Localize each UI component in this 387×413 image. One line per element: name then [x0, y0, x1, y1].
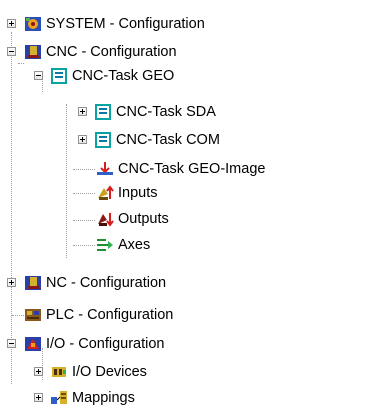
tree-item-label: CNC - Configuration	[46, 44, 177, 60]
tree-item-label: I/O - Configuration	[46, 336, 165, 352]
expand-button[interactable]	[7, 19, 16, 28]
tree-item-label: PLC - Configuration	[46, 307, 174, 323]
io-config-icon	[24, 335, 42, 353]
tree-item-label: CNC-Task COM	[116, 132, 220, 148]
tree-item-mappings[interactable]: Mappings	[0, 386, 300, 410]
nc-config-icon	[24, 274, 42, 292]
tree-item-axes[interactable]: Axes	[0, 233, 300, 257]
tree-item-inputs[interactable]: Inputs	[0, 181, 300, 205]
tree-item-system-configuration[interactable]: SYSTEM - Configuration	[0, 12, 300, 36]
plc-config-icon	[24, 306, 42, 324]
tree-item-label: I/O Devices	[72, 364, 147, 380]
image-icon	[96, 160, 114, 178]
tree-item-label: Mappings	[72, 390, 135, 406]
cnc-machine-icon	[24, 43, 42, 61]
tree-item-io-configuration[interactable]: I/O - Configuration	[0, 332, 300, 356]
tree-item-label: SYSTEM - Configuration	[46, 16, 205, 32]
tree-item-nc-configuration[interactable]: NC - Configuration	[0, 271, 300, 295]
tree-item-cnc-task-com[interactable]: CNC-Task COM	[0, 128, 300, 152]
expand-button[interactable]	[34, 393, 43, 402]
tree-item-label: Inputs	[118, 185, 158, 201]
tree-item-label: CNC-Task GEO-Image	[118, 161, 266, 177]
tree-item-label: CNC-Task GEO	[72, 68, 175, 84]
expand-button[interactable]	[7, 278, 16, 287]
tree-item-plc-configuration[interactable]: PLC - Configuration	[0, 303, 300, 327]
collapse-button[interactable]	[34, 71, 43, 80]
collapse-button[interactable]	[7, 47, 16, 56]
tree-item-cnc-task-geo[interactable]: CNC-Task GEO	[0, 64, 300, 88]
task-icon	[50, 67, 68, 85]
inputs-icon	[96, 184, 114, 202]
tree-item-label: Outputs	[118, 211, 169, 227]
tree-item-outputs[interactable]: Outputs	[0, 207, 300, 231]
task-icon	[94, 103, 112, 121]
system-gear-icon	[24, 15, 42, 33]
collapse-button[interactable]	[7, 339, 16, 348]
expand-button[interactable]	[78, 107, 87, 116]
tree-item-label: Axes	[118, 237, 151, 253]
outputs-icon	[96, 210, 114, 228]
tree-item-label: CNC-Task SDA	[116, 104, 216, 120]
tree-item-label: NC - Configuration	[46, 275, 167, 291]
expand-button[interactable]	[78, 135, 87, 144]
tree-item-io-devices[interactable]: I/O Devices	[0, 360, 300, 384]
axes-icon	[96, 236, 114, 254]
configuration-tree: SYSTEM - Configuration CNC - Configurati…	[0, 0, 387, 413]
expand-button[interactable]	[34, 367, 43, 376]
tree-item-cnc-task-geo-image[interactable]: CNC-Task GEO-Image	[0, 157, 330, 181]
tree-item-cnc-task-sda[interactable]: CNC-Task SDA	[0, 100, 300, 124]
tree-item-cnc-configuration[interactable]: CNC - Configuration	[0, 40, 300, 64]
mappings-icon	[50, 389, 68, 407]
task-icon	[94, 131, 112, 149]
io-devices-icon	[50, 363, 68, 381]
